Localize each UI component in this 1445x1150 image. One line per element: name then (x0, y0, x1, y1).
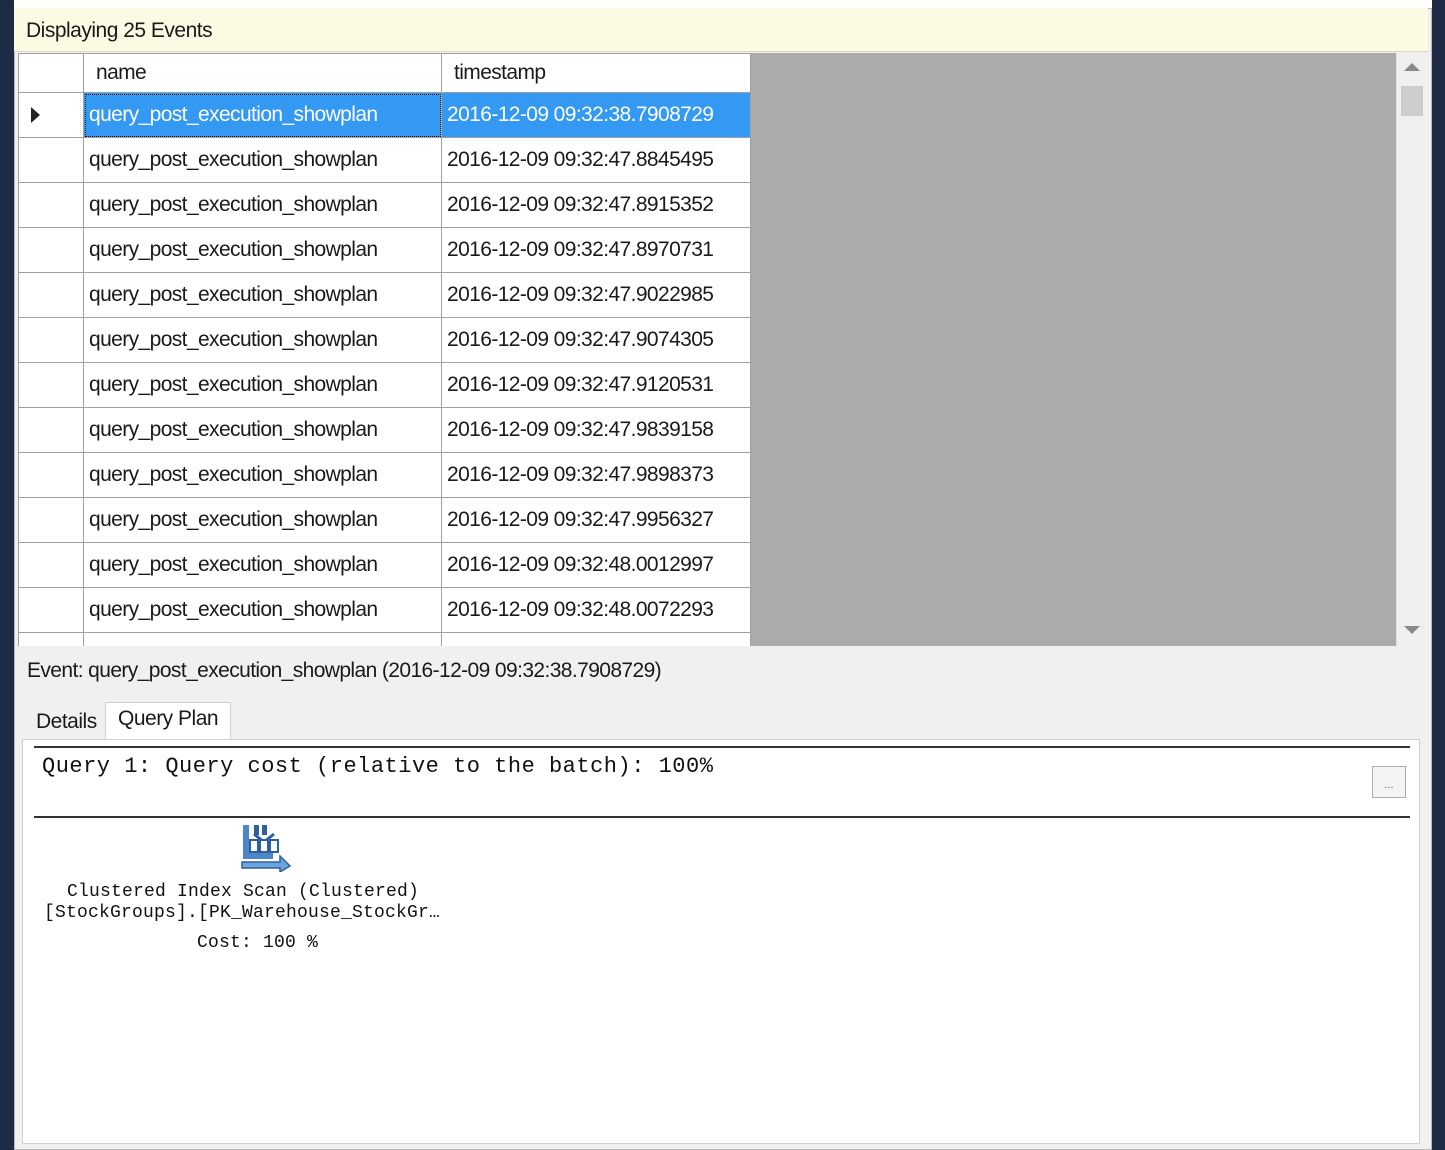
clustered-index-scan-icon[interactable] (240, 822, 292, 874)
operator-name: Clustered Index Scan (Clustered) (67, 882, 420, 902)
selected-event-label: Event: query_post_execution_showplan (20… (27, 659, 662, 682)
cell-timestamp[interactable] (441, 632, 751, 646)
scroll-thumb[interactable] (1401, 86, 1423, 116)
cell-timestamp[interactable]: 2016-12-09 09:32:48.0012997 (441, 542, 751, 588)
grid-vertical-scrollbar[interactable] (1396, 53, 1426, 646)
row-header[interactable] (18, 497, 84, 543)
cell-timestamp[interactable]: 2016-12-09 09:32:47.9074305 (441, 317, 751, 363)
info-bar: Displaying 25 Events (14, 8, 1428, 52)
cell-name[interactable]: query_post_execution_showplan (83, 137, 442, 183)
table-row[interactable] (18, 632, 751, 646)
row-header[interactable] (18, 92, 84, 138)
row-header[interactable] (18, 272, 84, 318)
events-count-label: Displaying 25 Events (26, 19, 213, 42)
cell-name[interactable]: query_post_execution_showplan (83, 317, 442, 363)
plan-header-top-rule (34, 746, 1410, 748)
table-row[interactable]: query_post_execution_showplan 2016-12-09 … (18, 92, 751, 138)
cell-timestamp[interactable]: 2016-12-09 09:32:47.8915352 (441, 182, 751, 228)
show-query-text-button[interactable]: ... (1372, 766, 1406, 798)
table-row[interactable]: query_post_execution_showplan 2016-12-09 … (18, 317, 751, 363)
table-row[interactable]: query_post_execution_showplan 2016-12-09 … (18, 227, 751, 273)
cell-timestamp[interactable]: 2016-12-09 09:32:47.9120531 (441, 362, 751, 408)
cell-name[interactable]: query_post_execution_showplan (83, 587, 442, 633)
tab-details[interactable]: Details (27, 706, 105, 740)
row-header[interactable] (18, 362, 84, 408)
row-header[interactable] (18, 182, 84, 228)
row-header[interactable] (18, 542, 84, 588)
events-table: name timestamp query_post_execution_show… (18, 53, 751, 646)
table-row[interactable]: query_post_execution_showplan 2016-12-09 … (18, 497, 751, 543)
table-row[interactable]: query_post_execution_showplan 2016-12-09 … (18, 587, 751, 633)
row-header[interactable] (18, 137, 84, 183)
window-border-right (1432, 0, 1445, 1150)
cell-timestamp[interactable]: 2016-12-09 09:32:47.9898373 (441, 452, 751, 498)
table-row[interactable]: query_post_execution_showplan 2016-12-09 … (18, 137, 751, 183)
plan-header-bottom-rule (34, 816, 1410, 818)
cell-timestamp[interactable]: 2016-12-09 09:32:48.0072293 (441, 587, 751, 633)
cell-timestamp[interactable]: 2016-12-09 09:32:47.9022985 (441, 272, 751, 318)
scroll-down-arrow-icon[interactable] (1404, 626, 1420, 634)
row-header[interactable] (18, 587, 84, 633)
cell-name[interactable]: query_post_execution_showplan (83, 272, 442, 318)
cell-name[interactable]: query_post_execution_showplan (83, 362, 442, 408)
operator-cost: Cost: 100 % (197, 933, 319, 953)
cell-name[interactable] (83, 632, 442, 646)
cell-timestamp[interactable]: 2016-12-09 09:32:47.8845495 (441, 137, 751, 183)
tab-query-plan[interactable]: Query Plan (105, 702, 231, 740)
row-header[interactable] (18, 452, 84, 498)
row-header[interactable] (18, 407, 84, 453)
cell-name[interactable]: query_post_execution_showplan (83, 92, 442, 138)
table-row[interactable]: query_post_execution_showplan 2016-12-09 … (18, 452, 751, 498)
table-row[interactable]: query_post_execution_showplan 2016-12-09 … (18, 407, 751, 453)
table-row[interactable]: query_post_execution_showplan 2016-12-09 … (18, 182, 751, 228)
row-header[interactable] (18, 632, 84, 646)
table-row[interactable]: query_post_execution_showplan 2016-12-09 … (18, 362, 751, 408)
window: Displaying 25 Events name timestamp quer… (0, 0, 1445, 1150)
grid-header-row: name timestamp (18, 53, 751, 93)
operator-object: [StockGroups].[PK_Warehouse_StockGr… (44, 903, 441, 923)
cell-name[interactable]: query_post_execution_showplan (83, 182, 442, 228)
cell-name[interactable]: query_post_execution_showplan (83, 542, 442, 588)
row-header-corner[interactable] (18, 53, 84, 93)
table-row[interactable]: query_post_execution_showplan 2016-12-09 … (18, 542, 751, 588)
scroll-up-arrow-icon[interactable] (1404, 63, 1420, 71)
table-row[interactable]: query_post_execution_showplan 2016-12-09 … (18, 272, 751, 318)
row-header[interactable] (18, 317, 84, 363)
cell-timestamp[interactable]: 2016-12-09 09:32:47.9839158 (441, 407, 751, 453)
cell-name[interactable]: query_post_execution_showplan (83, 227, 442, 273)
query-cost-header: Query 1: Query cost (relative to the bat… (42, 754, 714, 779)
cell-timestamp[interactable]: 2016-12-09 09:32:47.9956327 (441, 497, 751, 543)
window-border-left (0, 0, 14, 1150)
cell-name[interactable]: query_post_execution_showplan (83, 497, 442, 543)
cell-timestamp[interactable]: 2016-12-09 09:32:47.8970731 (441, 227, 751, 273)
events-grid[interactable]: name timestamp query_post_execution_show… (18, 53, 1396, 646)
cell-timestamp[interactable]: 2016-12-09 09:32:38.7908729 (441, 92, 751, 138)
current-row-arrow-icon (31, 107, 40, 124)
cell-name[interactable]: query_post_execution_showplan (83, 452, 442, 498)
row-header[interactable] (18, 227, 84, 273)
cell-name[interactable]: query_post_execution_showplan (83, 407, 442, 453)
column-header-timestamp[interactable]: timestamp (441, 53, 751, 93)
column-header-name[interactable]: name (83, 53, 442, 93)
